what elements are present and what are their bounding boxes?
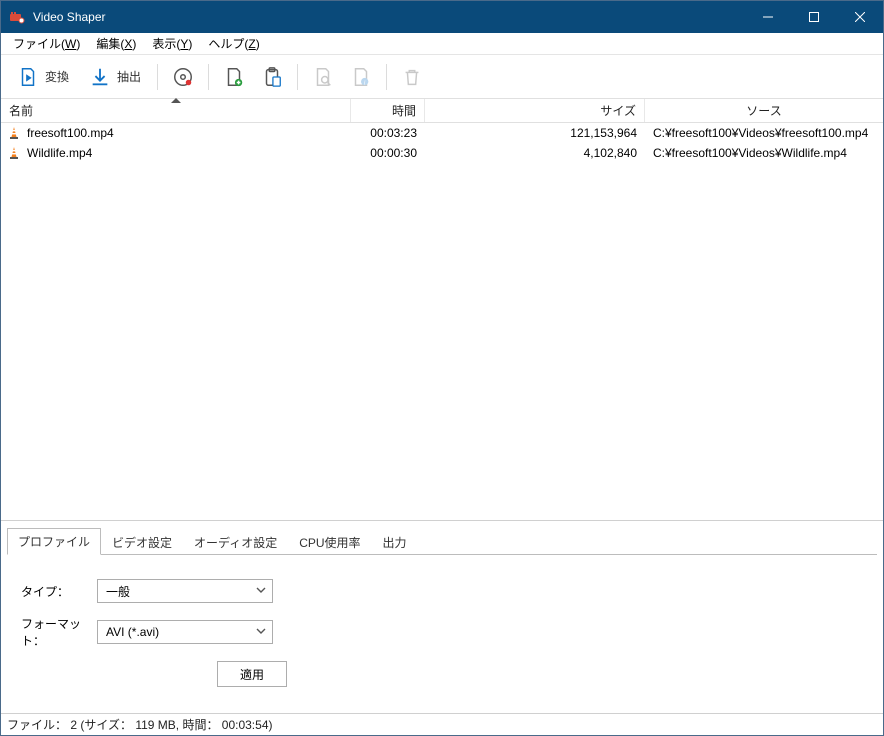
extract-label: 抽出 [117,68,141,85]
settings-panel: プロファイル ビデオ設定 オーディオ設定 CPU使用率 出力 タイプ： 一般 フ… [1,520,883,713]
column-header-size[interactable]: サイズ [425,99,645,122]
tab-content-profile: タイプ： 一般 フォーマット： AVI (*.avi) 適用 [1,555,883,713]
file-time: 00:00:30 [351,146,425,160]
toolbar-separator [386,64,387,90]
type-label: タイプ： [21,583,97,600]
preview-button[interactable] [306,62,340,92]
menu-file[interactable]: ファイル(W) [5,33,88,54]
tab-cpu[interactable]: CPU使用率 [288,529,371,555]
maximize-button[interactable] [791,1,837,33]
svg-text:i: i [364,79,366,86]
table-row[interactable]: Wildlife.mp4 00:00:30 4,102,840 C:¥frees… [1,143,883,163]
convert-button[interactable]: 変換 [9,62,77,92]
file-list[interactable]: freesoft100.mp4 00:03:23 121,153,964 C:¥… [1,123,883,520]
menu-view[interactable]: 表示(Y) [144,33,200,54]
file-search-icon [312,66,334,88]
table-row[interactable]: freesoft100.mp4 00:03:23 121,153,964 C:¥… [1,123,883,143]
add-file-button[interactable] [217,62,251,92]
burn-disc-button[interactable] [166,62,200,92]
trash-icon [401,66,423,88]
app-icon [9,9,25,25]
status-text: ファイル： 2 (サイズ： 119 MB, 時間： 00:03:54) [7,716,273,733]
file-size: 121,153,964 [425,126,645,140]
type-select[interactable]: 一般 [97,579,273,603]
settings-tabs: プロファイル ビデオ設定 オーディオ設定 CPU使用率 出力 [1,521,883,554]
sort-asc-icon [171,98,181,103]
app-window: Video Shaper ファイル(W) 編集(X) 表示(Y) ヘルプ(Z) … [0,0,884,736]
file-source: C:¥freesoft100¥Videos¥Wildlife.mp4 [645,146,883,160]
titlebar: Video Shaper [1,1,883,33]
vlc-cone-icon [7,126,21,140]
clipboard-icon [261,66,283,88]
type-value: 一般 [106,583,130,600]
column-header-name[interactable]: 名前 [1,99,351,122]
column-header-source[interactable]: ソース [645,99,883,122]
convert-icon [17,66,39,88]
file-name: Wildlife.mp4 [27,146,92,160]
statusbar: ファイル： 2 (サイズ： 119 MB, 時間： 00:03:54) [1,713,883,735]
column-header-time[interactable]: 時間 [351,99,425,122]
list-header: 名前 時間 サイズ ソース [1,99,883,123]
tab-audio[interactable]: オーディオ設定 [183,529,288,555]
download-icon [89,66,111,88]
apply-button[interactable]: 適用 [217,661,287,687]
file-info-icon: i [350,66,372,88]
file-info-button[interactable]: i [344,62,378,92]
tab-profile[interactable]: プロファイル [7,528,101,555]
disc-icon [172,66,194,88]
menu-edit[interactable]: 編集(X) [88,33,144,54]
column-title: 名前 [9,102,33,119]
paste-button[interactable] [255,62,289,92]
vlc-cone-icon [7,146,21,160]
format-select[interactable]: AVI (*.avi) [97,620,273,644]
chevron-down-icon [256,625,266,639]
toolbar: 変換 抽出 [1,55,883,99]
minimize-button[interactable] [745,1,791,33]
toolbar-separator [157,64,158,90]
file-name: freesoft100.mp4 [27,126,114,140]
toolbar-separator [208,64,209,90]
file-add-icon [223,66,245,88]
tab-output[interactable]: 出力 [372,529,418,555]
toolbar-separator [297,64,298,90]
file-size: 4,102,840 [425,146,645,160]
close-button[interactable] [837,1,883,33]
tab-video[interactable]: ビデオ設定 [101,529,183,555]
menu-help[interactable]: ヘルプ(Z) [200,33,267,54]
format-label: フォーマット： [21,615,97,649]
file-source: C:¥freesoft100¥Videos¥freesoft100.mp4 [645,126,883,140]
extract-button[interactable]: 抽出 [81,62,149,92]
delete-button[interactable] [395,62,429,92]
convert-label: 変換 [45,68,69,85]
file-time: 00:03:23 [351,126,425,140]
chevron-down-icon [256,584,266,598]
format-value: AVI (*.avi) [106,625,159,639]
window-title: Video Shaper [33,10,106,24]
menubar: ファイル(W) 編集(X) 表示(Y) ヘルプ(Z) [1,33,883,55]
